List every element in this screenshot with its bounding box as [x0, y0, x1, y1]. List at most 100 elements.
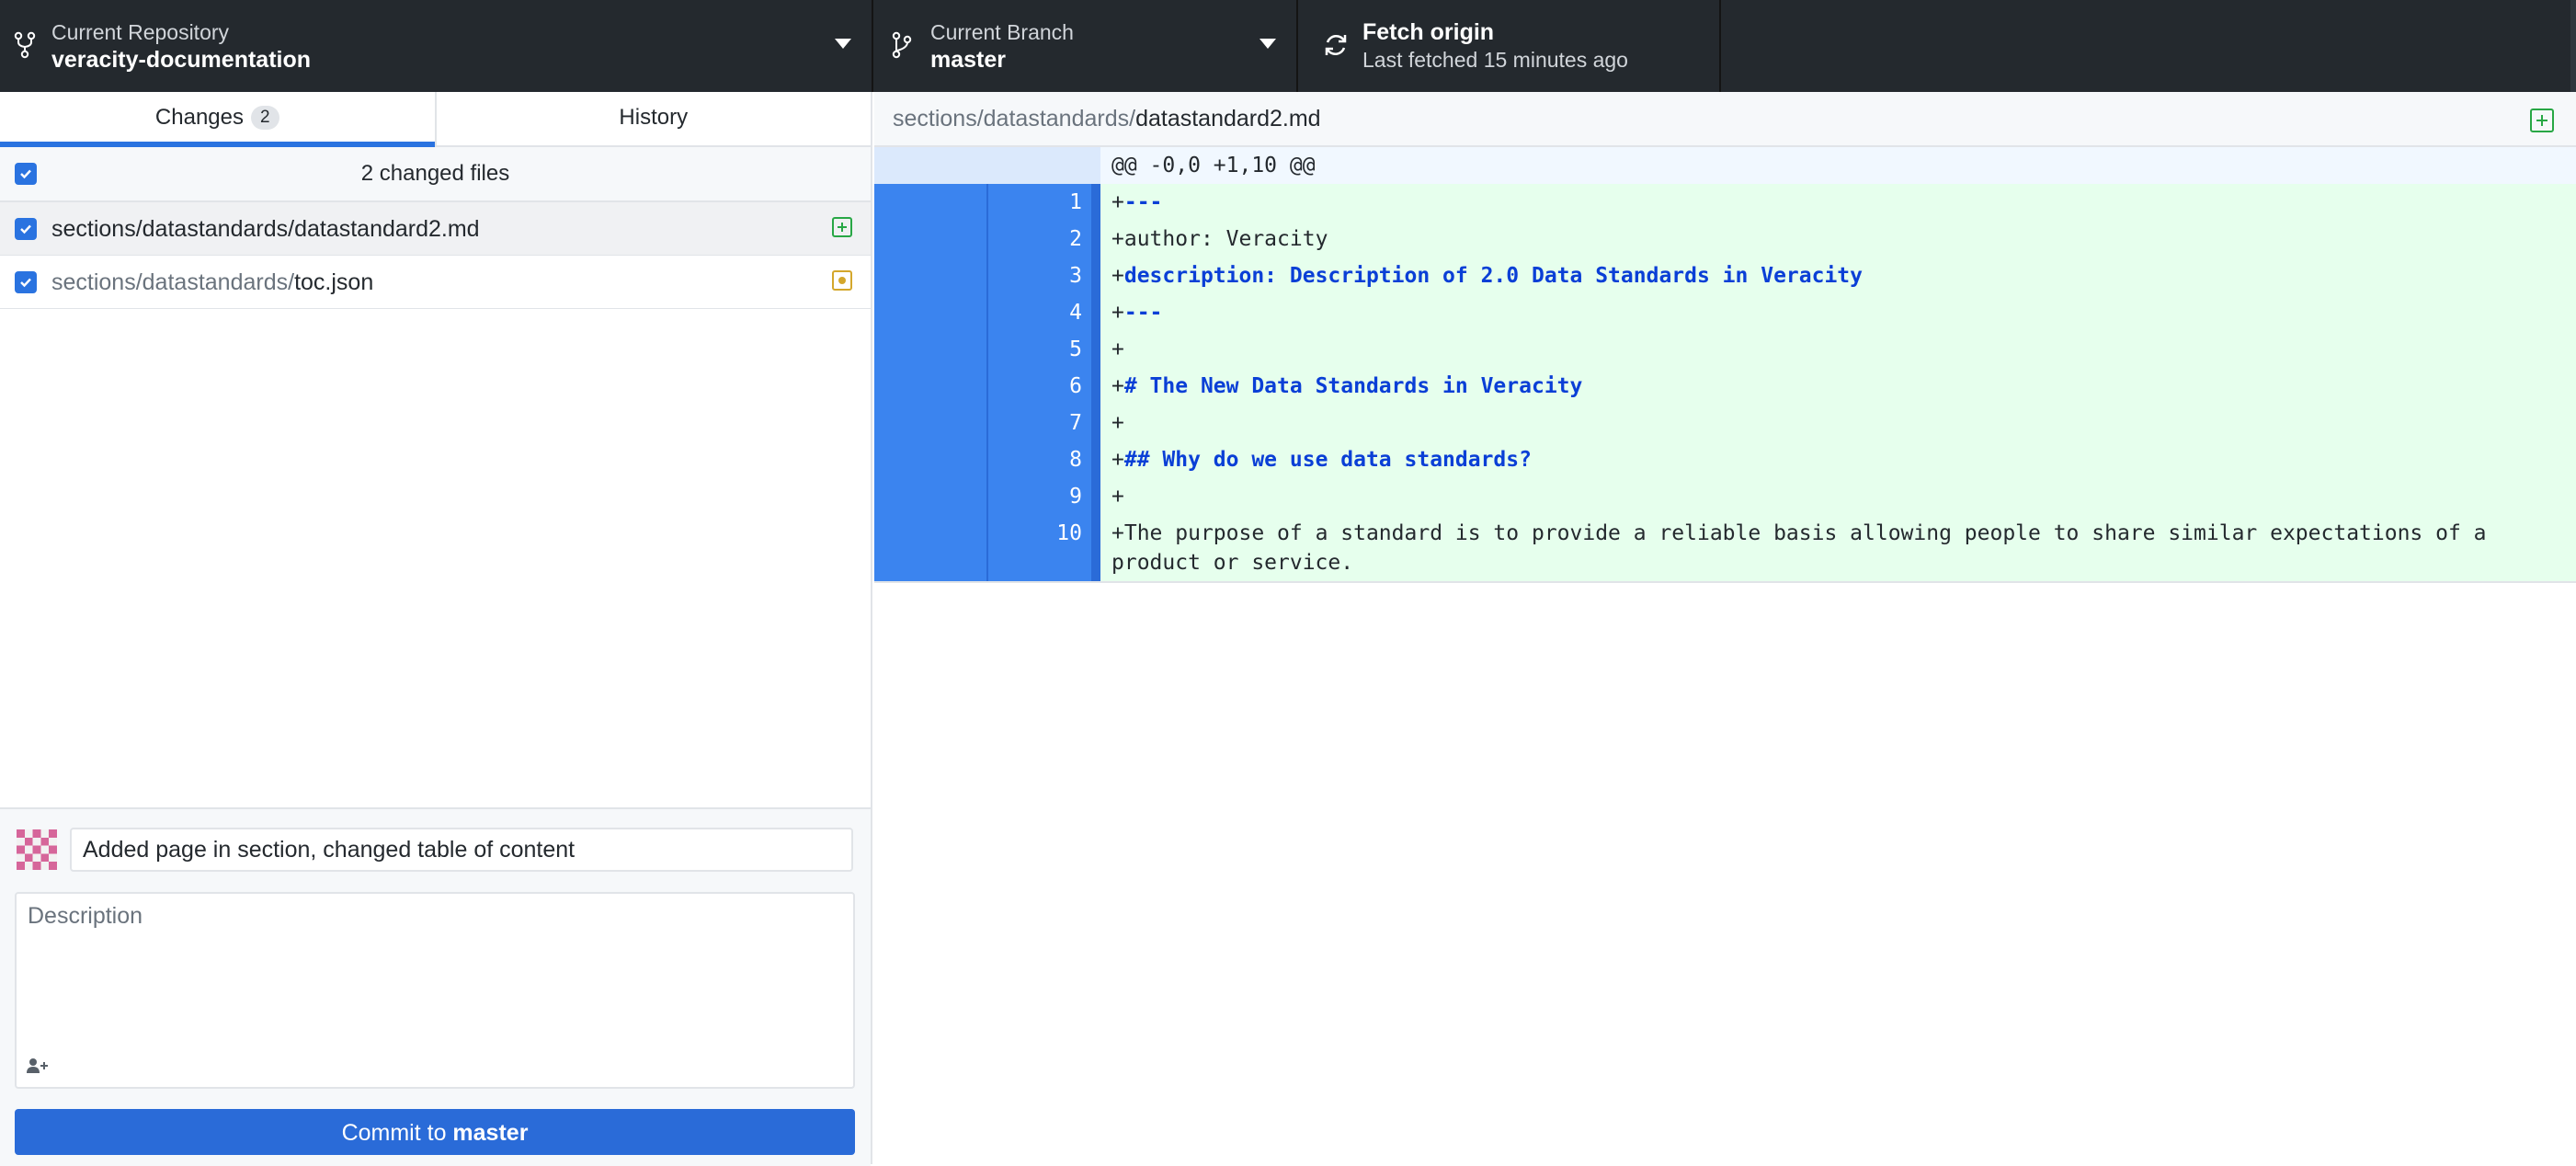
file-added-icon — [832, 217, 852, 237]
commit-button-prefix: Commit to — [341, 1120, 447, 1146]
changed-files-header: 2 changed files — [0, 147, 871, 202]
commit-button-branch: master — [452, 1120, 529, 1146]
old-line-number — [874, 405, 988, 441]
diff-line-prefix: + — [1111, 521, 1124, 545]
diff-line-code: +author: Veracity — [1100, 221, 2576, 257]
repository-label: Current Repository — [51, 20, 230, 44]
commit-panel: Commit to master — [0, 807, 871, 1166]
tab-changes-label: Changes — [154, 105, 244, 130]
file-list-item[interactable]: sections/datastandards/datastandard2.md — [0, 202, 871, 256]
checkmark-icon — [20, 224, 31, 234]
new-line-number: 7 — [988, 405, 1100, 441]
old-line-number — [874, 221, 988, 257]
diff-line[interactable]: 6 +# The New Data Standards in Veracity — [874, 368, 2576, 405]
file-added-icon — [2530, 109, 2554, 132]
old-line-number — [874, 515, 988, 581]
diff-line-prefix: + — [1111, 301, 1124, 325]
diff-line-prefix: + — [1111, 227, 1124, 251]
file-name: toc.json — [294, 269, 374, 295]
tab-changes[interactable]: Changes 2 — [0, 92, 437, 147]
file-dir: sections/datastandards/ — [51, 216, 295, 242]
branch-selector[interactable]: Current Branch master — [873, 0, 1298, 92]
new-line-number: 5 — [988, 331, 1100, 368]
diff-line[interactable]: 7 + — [874, 405, 2576, 441]
file-dir: sections/datastandards/ — [51, 269, 295, 295]
diff-line[interactable]: 1 +--- — [874, 184, 2576, 221]
old-line-gutter — [874, 147, 988, 184]
diff-line[interactable]: 8 +## Why do we use data standards? — [874, 441, 2576, 478]
old-line-number — [874, 184, 988, 221]
diff-line-prefix: + — [1111, 374, 1124, 398]
new-line-number: 4 — [988, 294, 1100, 331]
old-line-number — [874, 478, 988, 515]
diff-line-code: + — [1100, 478, 2576, 515]
select-all-checkbox[interactable] — [15, 163, 37, 185]
tab-history-label: History — [619, 105, 689, 130]
fetch-label: Fetch origin — [1362, 19, 1495, 45]
diff-file-header: sections/datastandards/datastandard2.md — [874, 92, 2576, 147]
diff-line-prefix: + — [1111, 411, 1124, 435]
diff-line-prefix: + — [1111, 485, 1124, 509]
diff-line-code: +--- — [1100, 184, 2576, 221]
new-line-number: 6 — [988, 368, 1100, 405]
new-line-number: 8 — [988, 441, 1100, 478]
new-line-gutter — [988, 147, 1100, 184]
sidebar: Changes 2 History 2 changed files section… — [0, 92, 872, 1166]
old-line-number — [874, 294, 988, 331]
diff-line[interactable]: 5 + — [874, 331, 2576, 368]
diff-line-code: +The purpose of a standard is to provide… — [1100, 515, 2576, 581]
diff-line-code: +--- — [1100, 294, 2576, 331]
diff-line-prefix: + — [1111, 264, 1124, 288]
old-line-number — [874, 441, 988, 478]
diff-line-prefix: + — [1111, 448, 1124, 472]
diff-line-code: +# The New Data Standards in Veracity — [1100, 368, 2576, 405]
diff-file-dir: sections/datastandards/ — [893, 106, 1136, 131]
sync-icon — [1325, 34, 1347, 56]
branch-name: master — [930, 47, 1006, 73]
diff-line[interactable]: 2 +author: Veracity — [874, 221, 2576, 257]
fetch-origin-button[interactable]: Fetch origin Last fetched 15 minutes ago — [1298, 0, 1721, 92]
old-line-number — [874, 331, 988, 368]
diff-line-code: + — [1100, 331, 2576, 368]
diff-line-code: +## Why do we use data standards? — [1100, 441, 2576, 478]
diff-line[interactable]: 9 + — [874, 478, 2576, 515]
new-line-number: 10 — [988, 515, 1100, 581]
toolbar-edge — [2570, 0, 2576, 92]
tab-history[interactable]: History — [437, 92, 872, 145]
diff-line[interactable]: 3 +description: Description of 2.0 Data S… — [874, 257, 2576, 294]
diff-line-code: +description: Description of 2.0 Data St… — [1100, 257, 2576, 294]
add-coauthor-icon[interactable] — [26, 1057, 50, 1074]
tab-bar: Changes 2 History — [0, 92, 871, 147]
avatar — [17, 829, 57, 870]
diff-line[interactable]: 10 +The purpose of a standard is to provi… — [874, 515, 2576, 581]
diff-line-text: ## Why do we use data standards? — [1123, 448, 1532, 472]
commit-summary-input[interactable] — [70, 828, 853, 872]
repository-selector[interactable]: Current Repository veracity-documentatio… — [0, 0, 873, 92]
diff-line-text: The purpose of a standard is to provide … — [1111, 521, 2500, 575]
checkmark-icon — [20, 278, 31, 288]
hunk-header: @@ -0,0 +1,10 @@ — [1100, 147, 2576, 184]
file-list-item[interactable]: sections/datastandards/toc.json — [0, 256, 871, 309]
file-checkbox[interactable] — [15, 271, 37, 293]
hunk-header-row[interactable]: @@ -0,0 +1,10 @@ — [874, 147, 2576, 184]
toolbar: Current Repository veracity-documentatio… — [0, 0, 2576, 92]
diff-line-text: --- — [1123, 190, 1163, 214]
diff-line-text: description: Description of 2.0 Data Sta… — [1123, 264, 1863, 288]
new-line-number: 9 — [988, 478, 1100, 515]
diff-line-code: + — [1100, 405, 2576, 441]
new-line-number: 3 — [988, 257, 1100, 294]
file-path: sections/datastandards/toc.json — [51, 256, 373, 309]
diff-file-name: datastandard2.md — [1135, 106, 1321, 131]
diff-line[interactable]: 4 +--- — [874, 294, 2576, 331]
diff-view: sections/datastandards/datastandard2.md … — [874, 92, 2576, 1164]
file-checkbox[interactable] — [15, 218, 37, 240]
branch-icon — [892, 31, 912, 59]
chevron-down-icon — [1260, 39, 1276, 49]
checkmark-icon — [20, 169, 31, 179]
new-line-number: 1 — [988, 184, 1100, 221]
commit-description-box — [15, 892, 855, 1089]
changes-count-badge: 2 — [251, 106, 279, 130]
commit-button[interactable]: Commit to master — [15, 1109, 855, 1155]
commit-description-input[interactable] — [17, 894, 853, 1041]
diff-line-text: # The New Data Standards in Veracity — [1123, 374, 1583, 398]
